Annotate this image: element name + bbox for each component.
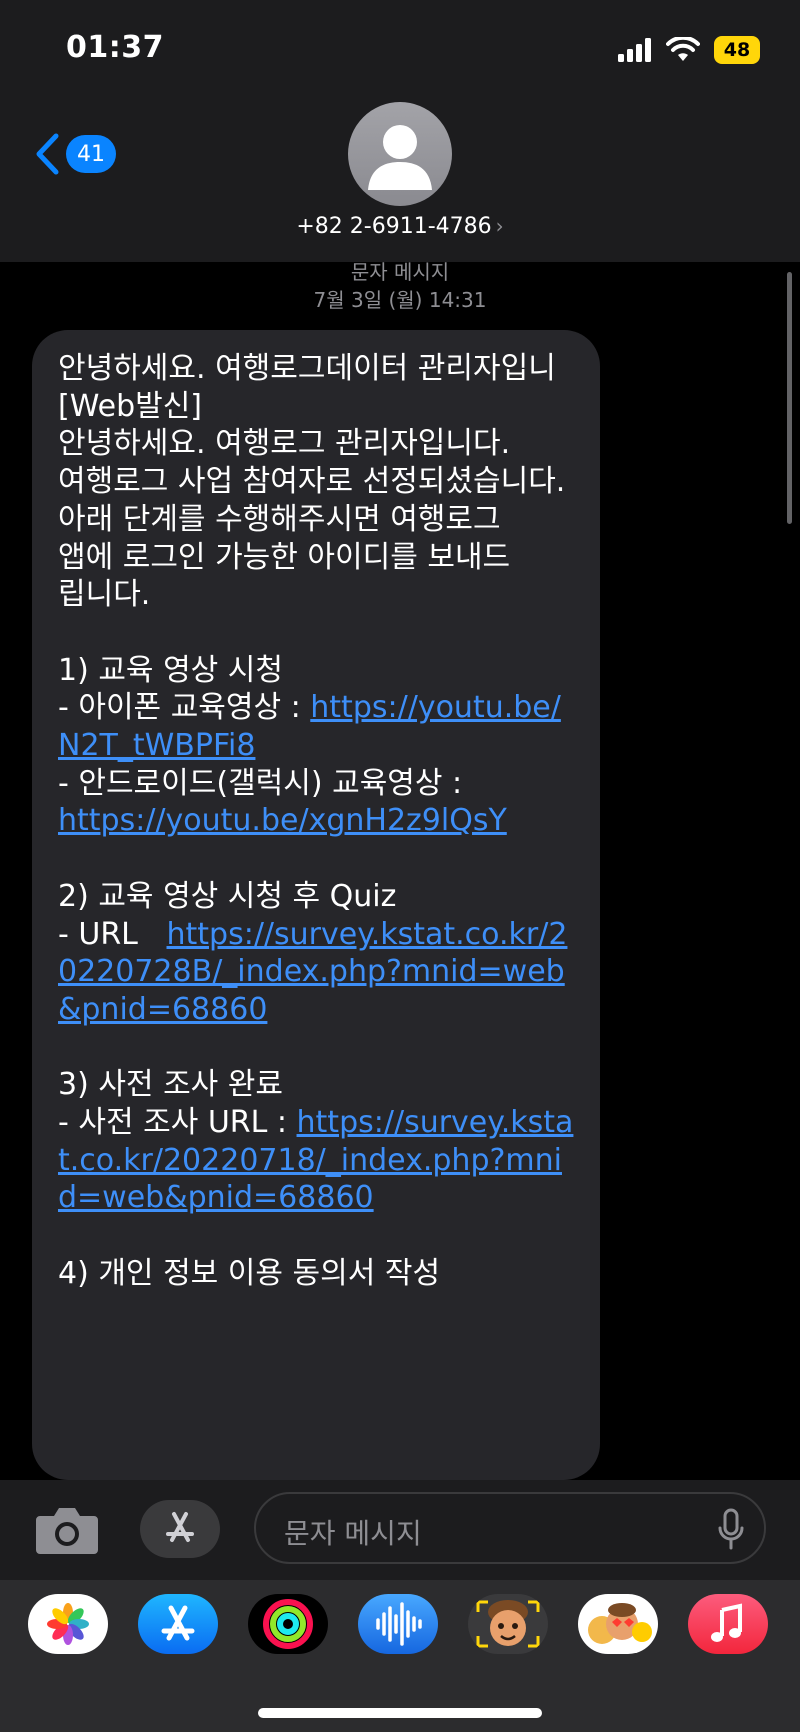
app-store-icon (166, 1512, 194, 1542)
camera-button[interactable] (34, 1504, 100, 1556)
message-input-placeholder: 문자 메시지 (284, 1517, 422, 1550)
music-icon[interactable] (688, 1594, 768, 1654)
app-store-icon[interactable] (138, 1594, 218, 1654)
photos-icon[interactable] (28, 1594, 108, 1654)
home-indicator (258, 1708, 542, 1718)
message-text: 안녕하세요. 여행로그데이터 관리자입니 [Web발신] 안녕하세요. 여행로그… (58, 351, 566, 726)
contact-number: +82 2-6911-4786 (296, 214, 492, 239)
wifi-icon (666, 37, 700, 61)
contact-name-button[interactable]: +82 2-6911-4786 › (0, 214, 800, 239)
person-icon (368, 125, 432, 190)
message-text: 4) 개인 정보 이용 동의서 작성 (58, 1255, 441, 1291)
chevron-left-icon (36, 133, 59, 175)
audio-icon[interactable] (358, 1594, 438, 1654)
unread-count-badge: 41 (66, 135, 116, 173)
battery-indicator: 48 (714, 36, 760, 64)
microphone-icon[interactable] (718, 1508, 744, 1550)
apps-button[interactable] (140, 1500, 220, 1558)
service-label: 문자 메시지 (350, 260, 450, 284)
message-text: - 안드로이드(갤럭시) 교육영상 : (58, 765, 463, 801)
app-drawer (0, 1580, 800, 1732)
back-button[interactable]: 41 (34, 132, 116, 176)
status-icons: 48 (618, 36, 760, 64)
message-timestamp: 7월 3일 (월) 14:31 (313, 288, 487, 312)
message-input[interactable]: 문자 메시지 (254, 1492, 766, 1564)
compose-bar: 문자 메시지 (0, 1480, 800, 1580)
contact-avatar[interactable] (348, 102, 452, 206)
scrollbar[interactable] (787, 272, 792, 524)
message-link[interactable]: https://youtu.be/xgnH2z9lQsY (58, 803, 507, 838)
activity-icon[interactable] (248, 1594, 328, 1654)
camera-icon (36, 1508, 98, 1554)
conversation-header: 01:37 48 41 +82 2-6911-4786 › (0, 0, 800, 262)
chevron-right-icon: › (495, 214, 504, 238)
memoji-icon[interactable] (468, 1594, 548, 1654)
cellular-signal-icon (618, 38, 651, 62)
status-time: 01:37 (66, 30, 164, 65)
memoji-stickers-icon[interactable] (578, 1594, 658, 1654)
message-text: 3) 사전 조사 완료 - 사전 조사 URL : (58, 1067, 287, 1141)
message-bubble[interactable]: 안녕하세요. 여행로그데이터 관리자입니 [Web발신] 안녕하세요. 여행로그… (32, 330, 600, 1480)
